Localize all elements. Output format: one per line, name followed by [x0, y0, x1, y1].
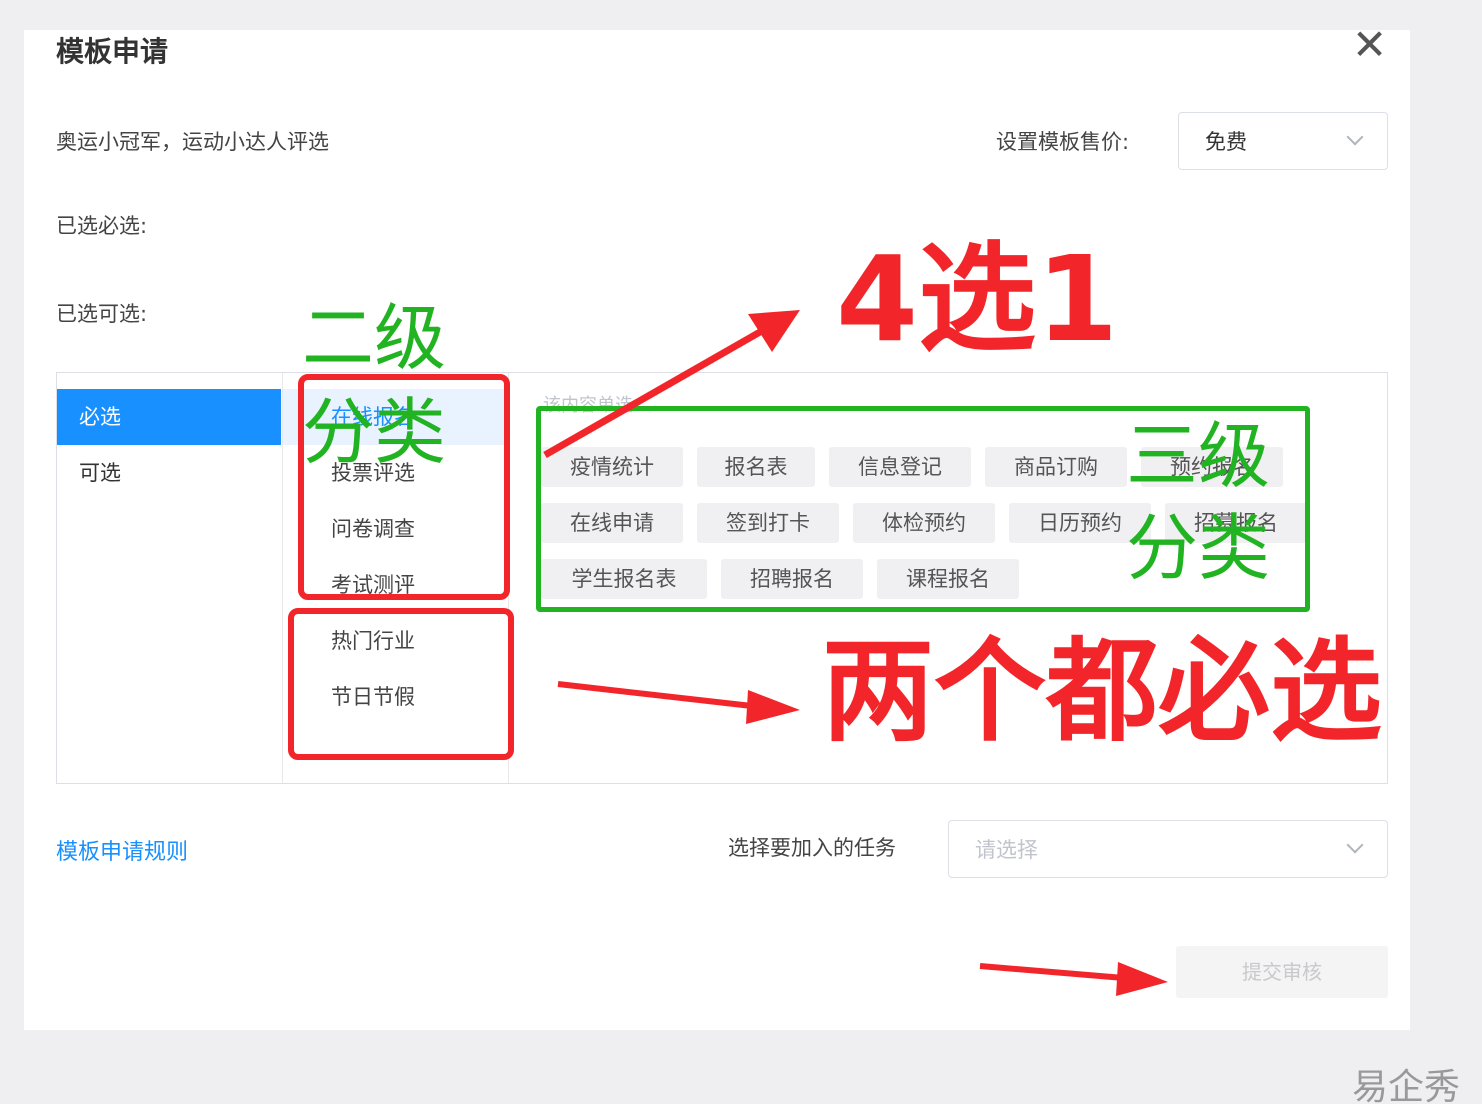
arrow-to-both-required [557, 681, 753, 709]
arrow-head [746, 690, 800, 724]
arrow-to-pick-one [543, 328, 762, 459]
annotation-arrows [543, 310, 1168, 996]
arrow-to-submit [979, 963, 1125, 981]
arrow-head [1116, 962, 1168, 996]
watermark-logo: 易企秀 [1352, 1067, 1461, 1104]
